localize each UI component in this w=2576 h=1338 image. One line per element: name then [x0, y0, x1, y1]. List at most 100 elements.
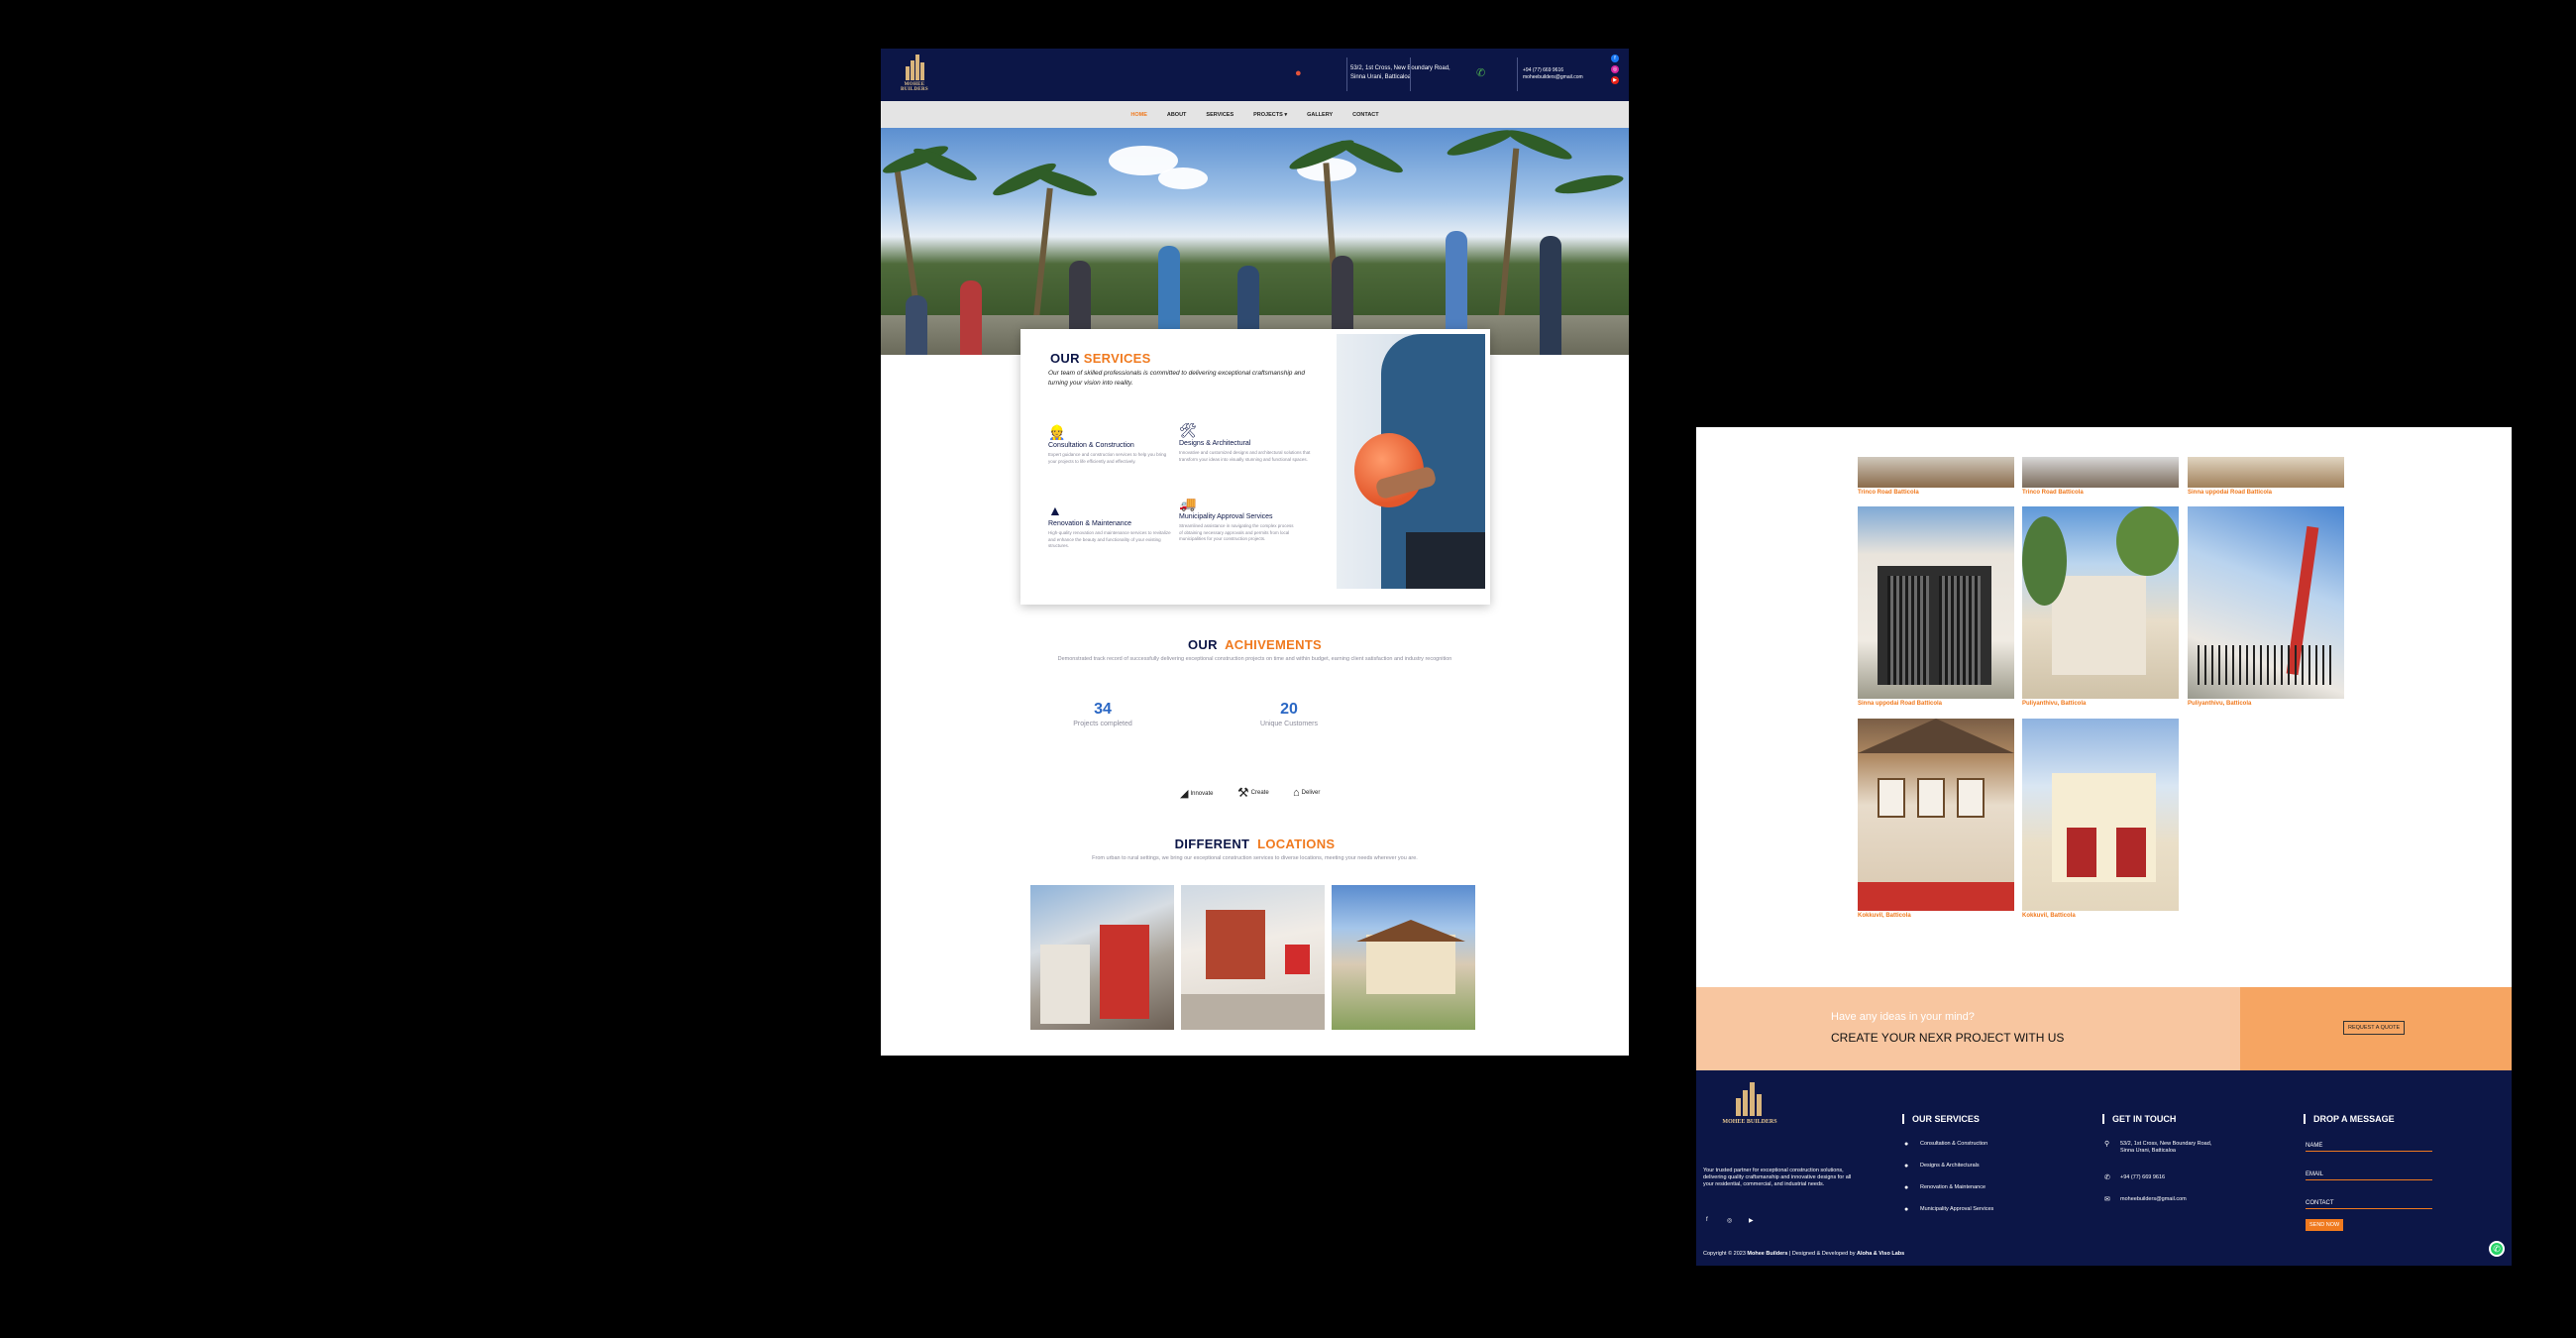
gallery-caption: Sinna uppodai Road Batticola — [1858, 701, 1943, 707]
innovate-icon: ◢ — [1180, 788, 1189, 800]
footer-service-link[interactable]: ● Municipality Approval Services — [1904, 1206, 1993, 1213]
gallery-photo-1[interactable] — [1858, 457, 2014, 488]
gallery-photo-7[interactable] — [1858, 719, 2014, 911]
divider — [1410, 57, 1411, 91]
stat-customers: 20 Unique Customers — [1260, 701, 1318, 727]
gallery-caption: Kokkuvil, Batticola — [2022, 913, 2076, 919]
gallery-caption: Puliyanthivu, Batticola — [2188, 701, 2252, 707]
create-icon: ⚒ — [1237, 785, 1249, 800]
gallery-photo-3[interactable] — [2188, 457, 2344, 488]
gallery-photo-2[interactable] — [2022, 457, 2179, 488]
user-icon: ● — [1904, 1163, 1909, 1170]
step-deliver: ⌂ Deliver — [1293, 787, 1321, 799]
gallery-photo-6[interactable] — [2188, 506, 2344, 699]
location-pin-icon: ● — [1295, 67, 1302, 79]
gallery-caption: Puliyanthivu, Batticola — [2022, 701, 2087, 707]
user-icon: ● — [1904, 1184, 1909, 1191]
hero-photo — [881, 128, 1629, 355]
gallery-photo-5[interactable] — [2022, 506, 2179, 699]
gallery-caption: Trinco Road Batticola — [2022, 490, 2084, 496]
footer-service-link[interactable]: ● Designs & Architecturals — [1904, 1163, 1980, 1170]
footer-services-title: OUR SERVICES — [1902, 1114, 1980, 1124]
whatsapp-icon[interactable]: ✆ — [2489, 1241, 2505, 1257]
footer-instagram-icon[interactable]: ◎ — [1727, 1217, 1732, 1224]
main-nav: HOME ABOUT SERVICES PROJECTS ▾ GALLERY C… — [881, 101, 1629, 128]
request-quote-button[interactable]: REQUEST A QUOTE — [2343, 1021, 2406, 1035]
nav-about[interactable]: ABOUT — [1157, 112, 1197, 118]
footer-message-title: DROP A MESSAGE — [2304, 1114, 2395, 1124]
footer-logo[interactable]: MOHEE BUILDERS — [1722, 1082, 1777, 1132]
gallery-caption: Trinco Road Batticola — [1858, 490, 1919, 496]
locations-heading: DIFFERENT LOCATIONS — [1174, 836, 1336, 851]
instagram-icon[interactable]: ◎ — [1611, 65, 1619, 73]
service-renovation[interactable]: ▲ Renovation & Maintenance High-quality … — [1048, 502, 1182, 550]
user-icon: ● — [1904, 1206, 1909, 1213]
gallery-page-preview: Trinco Road Batticola Trinco Road Battic… — [1696, 427, 2512, 1266]
cta-banner: Have any ideas in your mind? CREATE YOUR… — [1696, 987, 2512, 1070]
location-photo-1[interactable] — [1030, 885, 1174, 1030]
achievements-section: OUR ACHIVEMENTS Demonstrated track recor… — [881, 637, 1629, 662]
gallery-caption: Sinna uppodai Road Batticola — [2188, 490, 2273, 496]
footer-brand-name: MOHEE BUILDERS — [1722, 1119, 1777, 1125]
footer-phone[interactable]: ✆ +94 (77) 669 9616 — [2104, 1174, 2165, 1181]
nav-home[interactable]: HOME — [1121, 112, 1157, 118]
gallery-caption: Kokkuvil, Batticola — [1858, 913, 1911, 919]
cone-icon: ▲ — [1048, 502, 1062, 518]
topbar-contact: +94 (77) 669 9616 moheebuilders@gmail.co… — [1523, 67, 1583, 81]
service-municipality[interactable]: 🚚 Municipality Approval Services Streaml… — [1179, 496, 1313, 543]
tools-icon: 🛠 — [1179, 422, 1197, 438]
logo-building-icon — [1736, 1082, 1762, 1116]
service-consultation[interactable]: 👷 Consultation & Construction Expert gui… — [1048, 424, 1182, 465]
truck-icon: 🚚 — [1179, 496, 1197, 511]
footer-service-link[interactable]: ● Renovation & Maintenance — [1904, 1184, 1986, 1191]
name-field[interactable]: NAME — [2306, 1143, 2432, 1152]
email-field[interactable]: EMAIL — [2306, 1171, 2432, 1180]
footer-email[interactable]: ✉ moheebuilders@gmail.com — [2104, 1196, 2187, 1203]
youtube-icon[interactable]: ▶ — [1611, 76, 1619, 84]
gallery-photo-8[interactable] — [2022, 719, 2179, 911]
screenshot-canvas: MOHEE BUILDERS ● 53/2, 1st Cross, New Bo… — [0, 0, 2576, 1338]
facebook-icon[interactable]: f — [1611, 55, 1619, 62]
user-icon: ● — [1904, 1141, 1909, 1148]
homepage-preview: MOHEE BUILDERS ● 53/2, 1st Cross, New Bo… — [881, 49, 1629, 1056]
topbar-phone[interactable]: +94 (77) 669 9616 — [1523, 67, 1583, 74]
services-subtitle: Our team of skilled professionals is com… — [1048, 370, 1306, 387]
topbar-email[interactable]: moheebuilders@gmail.com — [1523, 74, 1583, 81]
brand-name: MOHEE BUILDERS — [901, 82, 928, 92]
send-now-button[interactable]: SEND NOW — [2306, 1219, 2344, 1231]
nav-projects[interactable]: PROJECTS ▾ — [1243, 112, 1297, 118]
copyright: Copyright © 2023 Mohee Builders | Design… — [1703, 1251, 1905, 1257]
step-create: ⚒ Create — [1237, 785, 1269, 800]
topbar-address: 53/2, 1st Cross, New Boundary Road, Sinn… — [1350, 65, 1450, 80]
divider — [1517, 57, 1518, 91]
top-bar: MOHEE BUILDERS ● 53/2, 1st Cross, New Bo… — [881, 49, 1629, 101]
service-designs[interactable]: 🛠 Designs & Architectural Innovative and… — [1179, 422, 1313, 463]
contact-field[interactable]: CONTACT — [2306, 1200, 2432, 1209]
logo-building-icon — [906, 55, 925, 80]
footer-service-link[interactable]: ● Consultation & Construction — [1904, 1141, 1987, 1148]
nav-services[interactable]: SERVICES — [1196, 112, 1243, 118]
achievements-subtitle: Demonstrated track record of successfull… — [1057, 656, 1452, 662]
gallery-photo-4[interactable] — [1858, 506, 2014, 699]
footer-contact-title: GET IN TOUCH — [2102, 1114, 2176, 1124]
footer-address: ⚲ 53/2, 1st Cross, New Boundary Road, Sin… — [2104, 1141, 2212, 1154]
location-photo-2[interactable] — [1181, 885, 1325, 1030]
brand-logo[interactable]: MOHEE BUILDERS — [891, 55, 938, 94]
location-photo-3[interactable] — [1332, 885, 1475, 1030]
services-heading: OUR SERVICES — [1050, 351, 1151, 366]
stat-projects: 34 Projects completed — [1073, 701, 1132, 727]
mail-icon: ✉ — [2104, 1196, 2110, 1203]
footer-youtube-icon[interactable]: ▶ — [1749, 1217, 1754, 1224]
cta-question: Have any ideas in your mind? — [1831, 1011, 1975, 1023]
location-pin-icon: ⚲ — [2104, 1141, 2110, 1148]
nav-contact[interactable]: CONTACT — [1342, 112, 1388, 118]
cta-action-panel: REQUEST A QUOTE — [2240, 987, 2512, 1070]
nav-gallery[interactable]: GALLERY — [1297, 112, 1342, 118]
achievements-heading: OUR ACHIVEMENTS — [1187, 637, 1323, 652]
services-card: OUR SERVICES Our team of skilled profess… — [1020, 329, 1490, 605]
cta-headline: CREATE YOUR NEXR PROJECT WITH US — [1831, 1031, 2065, 1045]
footer-about: Your trusted partner for exceptional con… — [1703, 1168, 1852, 1187]
footer-facebook-icon[interactable]: f — [1706, 1217, 1708, 1223]
footer: MOHEE BUILDERS Your trusted partner for … — [1696, 1070, 2512, 1266]
locations-section: DIFFERENT LOCATIONS From urban to rural … — [881, 836, 1629, 861]
